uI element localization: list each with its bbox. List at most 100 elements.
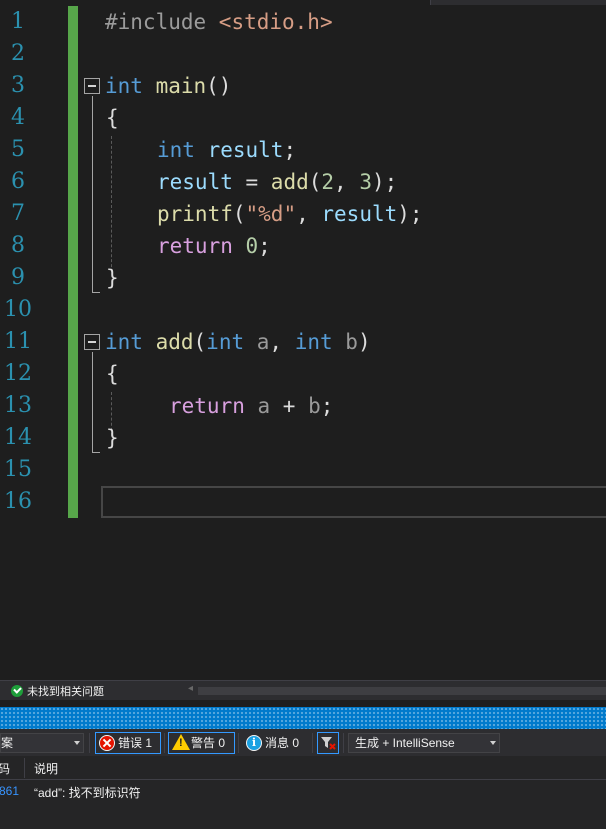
parameter: a [244,394,271,418]
issues-status-text[interactable]: 未找到相关问题 [27,683,104,699]
punctuation: ; [258,234,271,258]
line-number: 2 [11,41,25,66]
column-divider[interactable] [24,758,25,778]
function-call: add [270,170,309,194]
table-row[interactable]: 861 “add”: 找不到标识符 [0,780,606,802]
line-number: 6 [11,169,25,194]
variable: result [194,138,284,162]
punctuation: ); [397,202,423,226]
collapse-main-icon[interactable] [84,78,100,94]
code-editor[interactable]: 1 2 3 4 5 6 7 8 9 10 11 12 13 14 15 16 #… [0,0,606,680]
line-number: 4 [11,105,25,130]
outline-end-add [92,452,100,453]
function-call: printf [157,202,233,226]
code-line-8: return 0; [157,230,271,262]
punctuation: ( [232,202,246,226]
filter-toggle-button[interactable] [317,732,339,754]
operator: = [232,170,271,194]
variable: result [321,202,398,226]
parameter: a [244,330,270,354]
code-line-6: result = add(2, 3); [157,166,397,198]
code-line-3: int main() [105,70,231,102]
info-icon: i [246,735,262,751]
control-keyword: return [169,394,245,418]
current-line-highlight [101,486,606,518]
keyword: int [294,330,333,354]
collapse-add-icon[interactable] [84,334,100,350]
outline-line-add [92,352,93,452]
messages-filter-button[interactable]: i 消息 0 [242,732,308,754]
line-number: 7 [11,201,25,226]
code-line-12: { [106,358,119,390]
function-name: main [142,74,207,98]
line-number: 11 [4,329,32,354]
build-source-dropdown[interactable]: 生成 + IntelliSense [348,733,500,753]
outline-line-main [92,96,93,292]
scroll-left-icon[interactable]: ◂ [188,683,193,694]
code-line-13: return a + b; [169,390,333,422]
chevron-down-icon [490,741,496,745]
code-line-14: } [106,422,119,454]
code-line-11: int add(int a, int b) [105,326,371,358]
control-keyword: return [157,234,233,258]
source-value: 生成 + IntelliSense [355,736,455,750]
toolbar-separator [312,733,313,753]
toolbar-separator [343,733,344,753]
code-line-9: } [106,262,119,294]
line-number: 13 [4,393,32,418]
code-line-1: #include <stdio.h> [105,6,333,38]
error-list-panel: 案 错误 1 警告 0 i 消息 0 生成 + IntelliSense [0,729,606,829]
punctuation: ) [357,330,371,354]
line-number: 3 [11,73,25,98]
brace: } [106,426,119,450]
preprocessor-directive: #include [105,10,219,34]
scope-dropdown[interactable]: 案 [0,733,84,753]
brace: { [106,362,119,386]
filter-funnel-icon [321,737,336,750]
error-description: “add”: 找不到标识符 [34,786,141,800]
variable: result [157,170,233,194]
column-header-code[interactable]: 码 [0,760,10,777]
punctuation: , [334,170,360,194]
change-tracking-bar [68,6,78,518]
outline-end-main [92,292,100,293]
line-number: 10 [4,297,32,322]
punctuation: ; [320,394,334,418]
warning-icon [172,734,190,750]
messages-label: 消息 0 [265,736,300,750]
errors-filter-button[interactable]: 错误 1 [95,732,161,754]
brace: { [106,106,119,130]
number-literal: 2 [321,170,335,194]
punctuation: () [206,74,232,98]
toolbar-separator [89,733,90,753]
column-header-description[interactable]: 说明 [34,760,58,777]
keyword: int [206,330,245,354]
warnings-filter-button[interactable]: 警告 0 [168,732,235,754]
scope-value: 案 [1,736,14,750]
toolbar-separator [164,733,165,753]
line-number: 14 [4,425,32,450]
string-literal: "%d" [245,202,297,226]
chevron-down-icon [74,741,80,745]
function-name: add [142,330,194,354]
punctuation: , [296,202,322,226]
line-number: 12 [4,361,32,386]
number-literal: 3 [359,170,372,194]
punctuation: ( [308,170,322,194]
document-tab-edge [430,0,606,5]
punctuation: ; [283,138,297,162]
error-list-title-bar[interactable] [0,707,606,729]
error-code-link[interactable]: 861 [0,784,19,798]
keyword: int [157,138,195,162]
include-header: <stdio.h> [218,10,333,34]
horizontal-scrollbar[interactable] [198,687,606,695]
parameter: b [332,330,358,354]
line-number: 15 [4,457,32,482]
check-circle-icon [11,685,23,697]
code-line-4: { [106,102,119,134]
indent-guide-main [111,136,112,272]
line-number: 16 [4,489,32,514]
brace: } [106,266,119,290]
keyword: int [105,74,143,98]
